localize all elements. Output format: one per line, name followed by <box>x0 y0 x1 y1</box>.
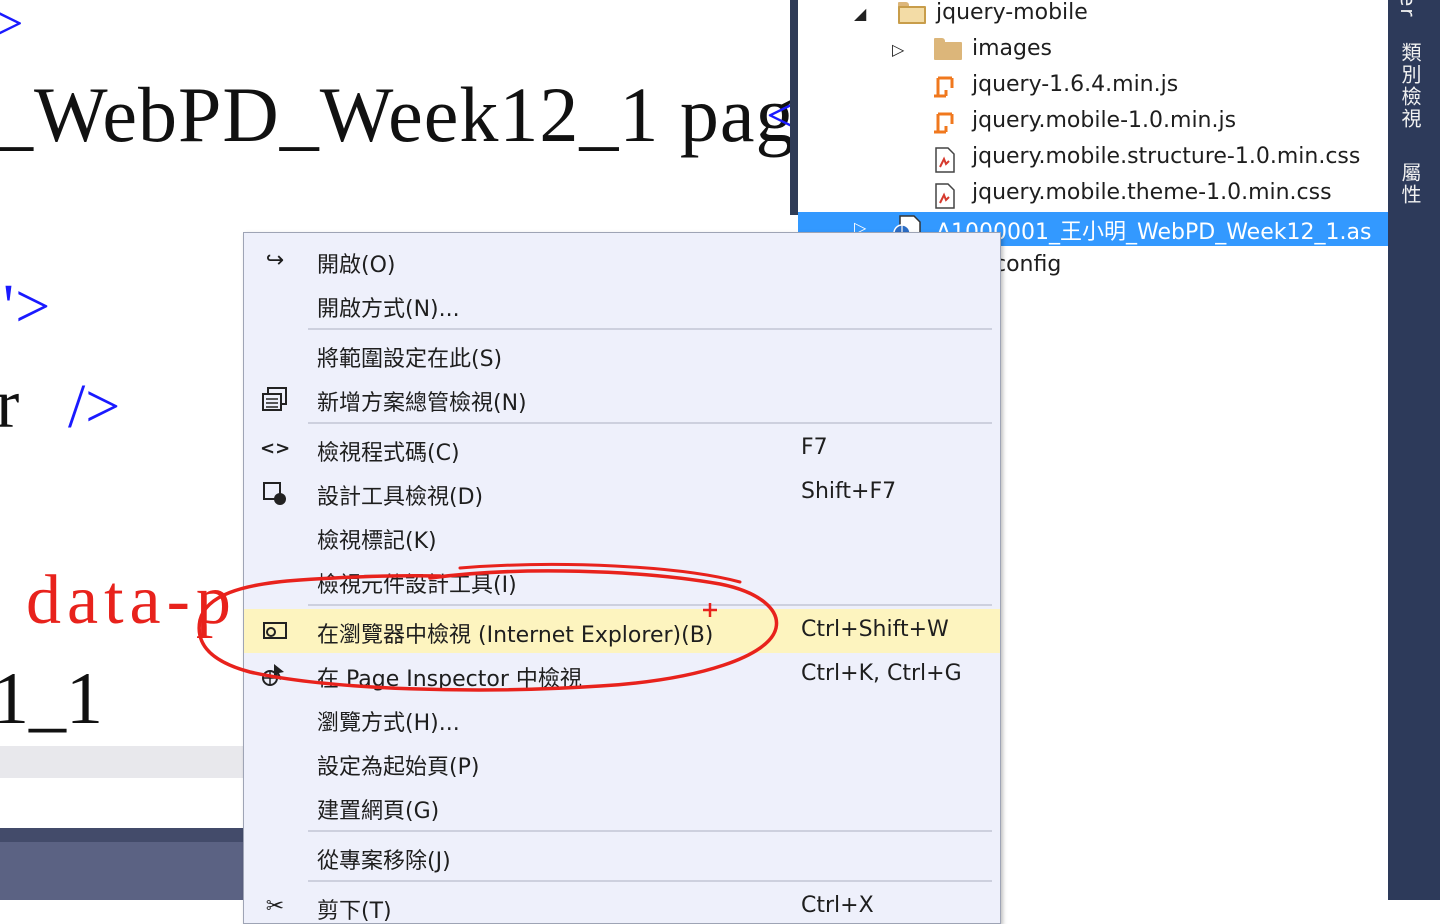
open-arrow-icon: ↪ <box>265 248 285 273</box>
menu-item-label: 將範圍設定在此(S) <box>317 347 503 372</box>
side-tool-tabs: er 類別檢視 屬性 <box>1388 0 1440 900</box>
tree-item-label: images <box>972 36 1052 61</box>
menu-separator <box>308 880 992 882</box>
menu-separator <box>308 830 992 832</box>
menu-item-label: 從專案移除(J) <box>317 849 451 874</box>
menu-item-shortcut: Shift+F7 <box>801 479 897 504</box>
cut-icon: ✂ <box>265 894 285 919</box>
tree-item-label: config <box>994 252 1062 277</box>
menu-item-scope-to-this[interactable]: 將範圍設定在此(S) <box>244 333 1000 377</box>
css-file-icon <box>935 147 955 173</box>
menu-item-browse-with[interactable]: 瀏覽方式(H)... <box>244 697 1000 741</box>
menu-item-label: 檢視元件設計工具(I) <box>317 573 517 598</box>
code-brackets-icon: <> <box>260 438 291 459</box>
designer-icon <box>263 482 286 505</box>
js-file-icon <box>934 76 954 98</box>
code-line-1: > <box>0 0 24 55</box>
menu-item-label: 剪下(T) <box>317 899 392 924</box>
menu-item-label: 建置網頁(G) <box>317 799 440 824</box>
tree-item-jquery-mobile[interactable]: ◢ jquery-mobile <box>798 0 1388 32</box>
tree-item-label: jquery.mobile.structure-1.0.min.css <box>972 144 1361 169</box>
menu-item-label: 在 Page Inspector 中檢視 <box>317 667 582 692</box>
code-line-2-tag: < <box>766 85 792 147</box>
css-file-icon <box>935 183 955 209</box>
tree-item-js-file[interactable]: jquery.mobile-1.0.min.js <box>798 106 1388 140</box>
browser-view-icon <box>263 622 287 639</box>
horizontal-scrollbar[interactable] <box>0 746 243 778</box>
menu-item-label: 開啟(O) <box>317 253 396 278</box>
new-explorer-view-icon <box>262 387 287 411</box>
menu-separator <box>308 422 992 424</box>
page-inspector-icon <box>262 664 284 686</box>
tree-item-label: jquery-mobile <box>936 0 1088 25</box>
menu-item-page-inspector[interactable]: 在 Page Inspector 中檢視 Ctrl+K, Ctrl+G <box>244 653 1000 697</box>
menu-item-view-code[interactable]: <> 檢視程式碼(C) F7 <box>244 427 1000 471</box>
menu-item-open[interactable]: ↪ 開啟(O) <box>244 239 1000 283</box>
menu-item-label: 設計工具檢視(D) <box>317 485 484 510</box>
menu-item-label: 設定為起始頁(P) <box>317 755 480 780</box>
menu-item-label: 檢視標記(K) <box>317 529 437 554</box>
collapsed-arrow-icon[interactable]: ▷ <box>892 40 904 59</box>
code-line-6: 1_1 <box>0 658 103 740</box>
menu-item-view-markup[interactable]: 檢視標記(K) <box>244 515 1000 559</box>
menu-item-view-component-designer[interactable]: 檢視元件設計工具(I) <box>244 559 1000 603</box>
pane-splitter[interactable] <box>790 0 798 215</box>
menu-item-build-page[interactable]: 建置網頁(G) <box>244 785 1000 829</box>
code-line-4: r <box>0 366 20 443</box>
code-line-3: "> <box>0 273 51 341</box>
menu-item-label: 開啟方式(N)... <box>317 297 460 322</box>
tree-item-css-file[interactable]: jquery.mobile.theme-1.0.min.css <box>798 178 1388 212</box>
tree-item-label: jquery.mobile.theme-1.0.min.css <box>972 180 1332 205</box>
menu-item-open-with[interactable]: 開啟方式(N)... <box>244 283 1000 327</box>
tree-item-label: jquery.mobile-1.0.min.js <box>972 108 1237 133</box>
tree-item-label: jquery-1.6.4.min.js <box>972 72 1179 97</box>
menu-item-label: 在瀏覽器中檢視 (Internet Explorer)(B) <box>317 623 714 648</box>
menu-item-label: 瀏覽方式(H)... <box>317 711 460 736</box>
menu-item-shortcut: Ctrl+K, Ctrl+G <box>801 661 962 686</box>
tree-item-images[interactable]: ▷ images <box>798 34 1388 68</box>
folder-icon <box>934 38 962 60</box>
menu-separator <box>308 328 992 330</box>
js-file-icon <box>934 112 954 134</box>
menu-item-label: 檢視程式碼(C) <box>317 441 460 466</box>
tree-item-js-file[interactable]: jquery-1.6.4.min.js <box>798 70 1388 104</box>
tree-item-css-file[interactable]: jquery.mobile.structure-1.0.min.css <box>798 142 1388 176</box>
menu-item-set-start-page[interactable]: 設定為起始頁(P) <box>244 741 1000 785</box>
tab-class-view[interactable]: 類別檢視 <box>1396 42 1425 130</box>
context-menu: ↪ 開啟(O) 開啟方式(N)... 將範圍設定在此(S) 新增方案總管檢視(N… <box>243 232 1001 924</box>
tree-item-label: A1000001_王小明_WebPD_Week12_1.as <box>936 220 1372 245</box>
code-line-4-tag: /> <box>68 373 121 441</box>
folder-open-icon <box>898 2 926 24</box>
menu-item-shortcut: Ctrl+X <box>801 893 874 918</box>
tab-properties[interactable]: 屬性 <box>1396 162 1425 206</box>
menu-item-shortcut: Ctrl+Shift+W <box>801 617 949 642</box>
menu-item-view-in-browser[interactable]: 在瀏覽器中檢視 (Internet Explorer)(B) Ctrl+Shif… <box>244 609 1000 653</box>
menu-item-new-explorer-view[interactable]: 新增方案總管檢視(N) <box>244 377 1000 421</box>
menu-item-view-designer[interactable]: 設計工具檢視(D) Shift+F7 <box>244 471 1000 515</box>
code-line-5: data-p <box>26 562 237 639</box>
code-line-2: _WebPD_Week12_1 page1 <box>0 71 792 158</box>
menu-item-exclude-from-project[interactable]: 從專案移除(J) <box>244 835 1000 879</box>
menu-item-label: 新增方案總管檢視(N) <box>317 391 527 416</box>
menu-item-shortcut: F7 <box>801 435 828 460</box>
expanded-arrow-icon[interactable]: ◢ <box>854 4 866 23</box>
menu-separator <box>308 604 992 606</box>
tab-solution-explorer[interactable]: er <box>1396 0 1420 19</box>
menu-item-cut[interactable]: ✂ 剪下(T) Ctrl+X <box>244 885 1000 924</box>
